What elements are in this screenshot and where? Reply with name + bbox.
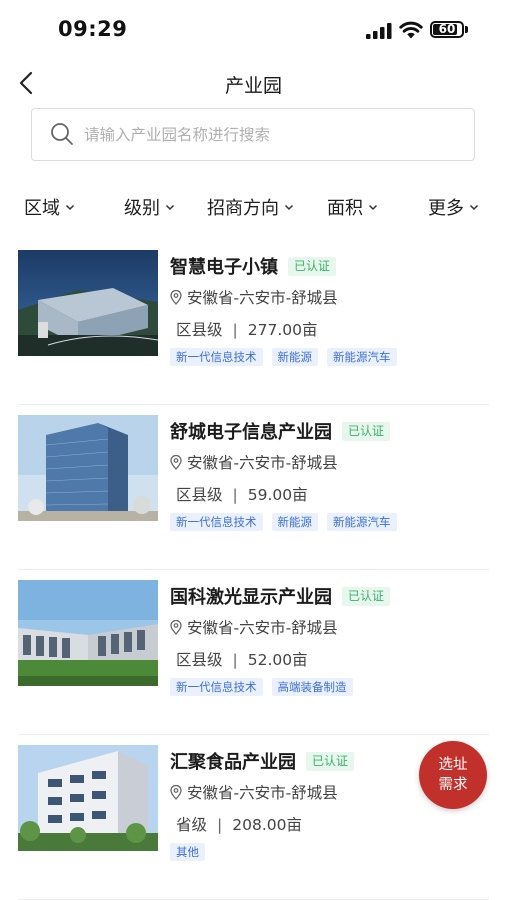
park-level: 区县级	[176, 321, 223, 339]
status-bar: 09:29 60	[0, 0, 507, 60]
filter-level[interactable]: 级别	[124, 190, 175, 224]
park-level: 区县级	[176, 651, 223, 669]
filter-label: 级别	[124, 198, 160, 219]
search-icon	[51, 123, 73, 145]
battery-icon: 60	[430, 21, 464, 38]
filter-label: 更多	[428, 198, 464, 219]
industry-tag: 新一代信息技术	[170, 678, 263, 696]
industry-tag: 新能源汽车	[327, 348, 397, 366]
park-name: 国科激光显示产业园 已认证	[170, 583, 391, 609]
park-area: 52.00亩	[247, 651, 308, 669]
park-tags: 新一代信息技术 新能源 新能源汽车	[170, 348, 397, 366]
search-box[interactable]	[31, 108, 475, 161]
verified-badge: 已认证	[342, 422, 391, 441]
site-selection-request-button[interactable]: 选址 需求	[419, 741, 487, 809]
chevron-down-icon	[165, 204, 175, 210]
park-level: 区县级	[176, 486, 223, 504]
park-thumbnail	[18, 415, 158, 521]
filter-label: 招商方向	[207, 198, 279, 219]
chevron-down-icon	[368, 204, 378, 210]
filter-label: 区域	[24, 198, 60, 219]
park-meta: 区县级 | 59.00亩	[176, 486, 308, 504]
industry-tag: 高端装备制造	[271, 678, 353, 696]
park-thumbnail	[18, 745, 158, 851]
filter-label: 面积	[327, 198, 363, 219]
park-meta: 省级 | 208.00亩	[176, 816, 302, 834]
park-location: 安徽省-六安市-舒城县	[170, 781, 338, 803]
industry-tag: 新能源	[271, 513, 318, 531]
park-tags: 其他	[170, 843, 205, 861]
industry-tag: 其他	[170, 843, 205, 861]
park-name: 汇聚食品产业园 已认证	[170, 748, 355, 774]
verified-badge: 已认证	[288, 257, 337, 276]
page-title: 产业园	[224, 75, 282, 97]
industry-tag: 新能源汽车	[327, 513, 397, 531]
filter-investment-direction[interactable]: 招商方向	[207, 190, 294, 224]
park-meta: 区县级 | 52.00亩	[176, 651, 308, 669]
park-thumbnail	[18, 580, 158, 686]
park-tags: 新一代信息技术 高端装备制造	[170, 678, 353, 696]
signal-icon	[366, 23, 392, 39]
park-area: 208.00亩	[232, 816, 302, 834]
park-list-item[interactable]: 智慧电子小镇 已认证 安徽省-六安市-舒城县 区县级 | 277.00亩 新一代信息技…	[0, 240, 507, 405]
verified-badge: 已认证	[306, 752, 355, 771]
search-input[interactable]	[84, 109, 454, 160]
fab-label-line1: 选址	[438, 757, 468, 773]
park-level: 省级	[176, 816, 208, 834]
industry-tag: 新一代信息技术	[170, 348, 263, 366]
park-name: 智慧电子小镇 已认证	[170, 253, 337, 279]
location-pin-icon	[170, 289, 182, 305]
chevron-down-icon	[469, 204, 479, 210]
filter-region[interactable]: 区域	[24, 190, 75, 224]
battery-level: 60	[438, 22, 456, 36]
location-pin-icon	[170, 784, 182, 800]
park-list-item[interactable]: 国科激光显示产业园 已认证 安徽省-六安市-舒城县 区县级 | 52.00亩 新一代信…	[0, 570, 507, 735]
wifi-icon	[399, 21, 423, 39]
chevron-down-icon	[284, 204, 294, 210]
location-pin-icon	[170, 454, 182, 470]
industry-tag: 新能源	[271, 348, 318, 366]
park-list-item[interactable]: 舒城电子信息产业园 已认证 安徽省-六安市-舒城县 区县级 | 59.00亩 新一代信…	[0, 405, 507, 570]
park-location: 安徽省-六安市-舒城县	[170, 286, 338, 308]
filter-bar: 区域 级别 招商方向 面积 更多	[0, 190, 507, 224]
nav-bar: 产业园	[0, 60, 507, 106]
park-area: 277.00亩	[247, 321, 318, 339]
park-location: 安徽省-六安市-舒城县	[170, 616, 338, 638]
chevron-down-icon	[65, 204, 75, 210]
park-thumbnail	[18, 250, 158, 356]
park-name: 舒城电子信息产业园 已认证	[170, 418, 391, 444]
location-pin-icon	[170, 619, 182, 635]
filter-more[interactable]: 更多	[428, 190, 479, 224]
status-time: 09:29	[58, 17, 128, 41]
park-meta: 区县级 | 277.00亩	[176, 321, 318, 339]
filter-area[interactable]: 面积	[327, 190, 378, 224]
verified-badge: 已认证	[342, 587, 391, 606]
park-tags: 新一代信息技术 新能源 新能源汽车	[170, 513, 397, 531]
park-location: 安徽省-六安市-舒城县	[170, 451, 338, 473]
fab-label-line2: 需求	[438, 777, 468, 793]
park-area: 59.00亩	[247, 486, 308, 504]
industry-tag: 新一代信息技术	[170, 513, 263, 531]
